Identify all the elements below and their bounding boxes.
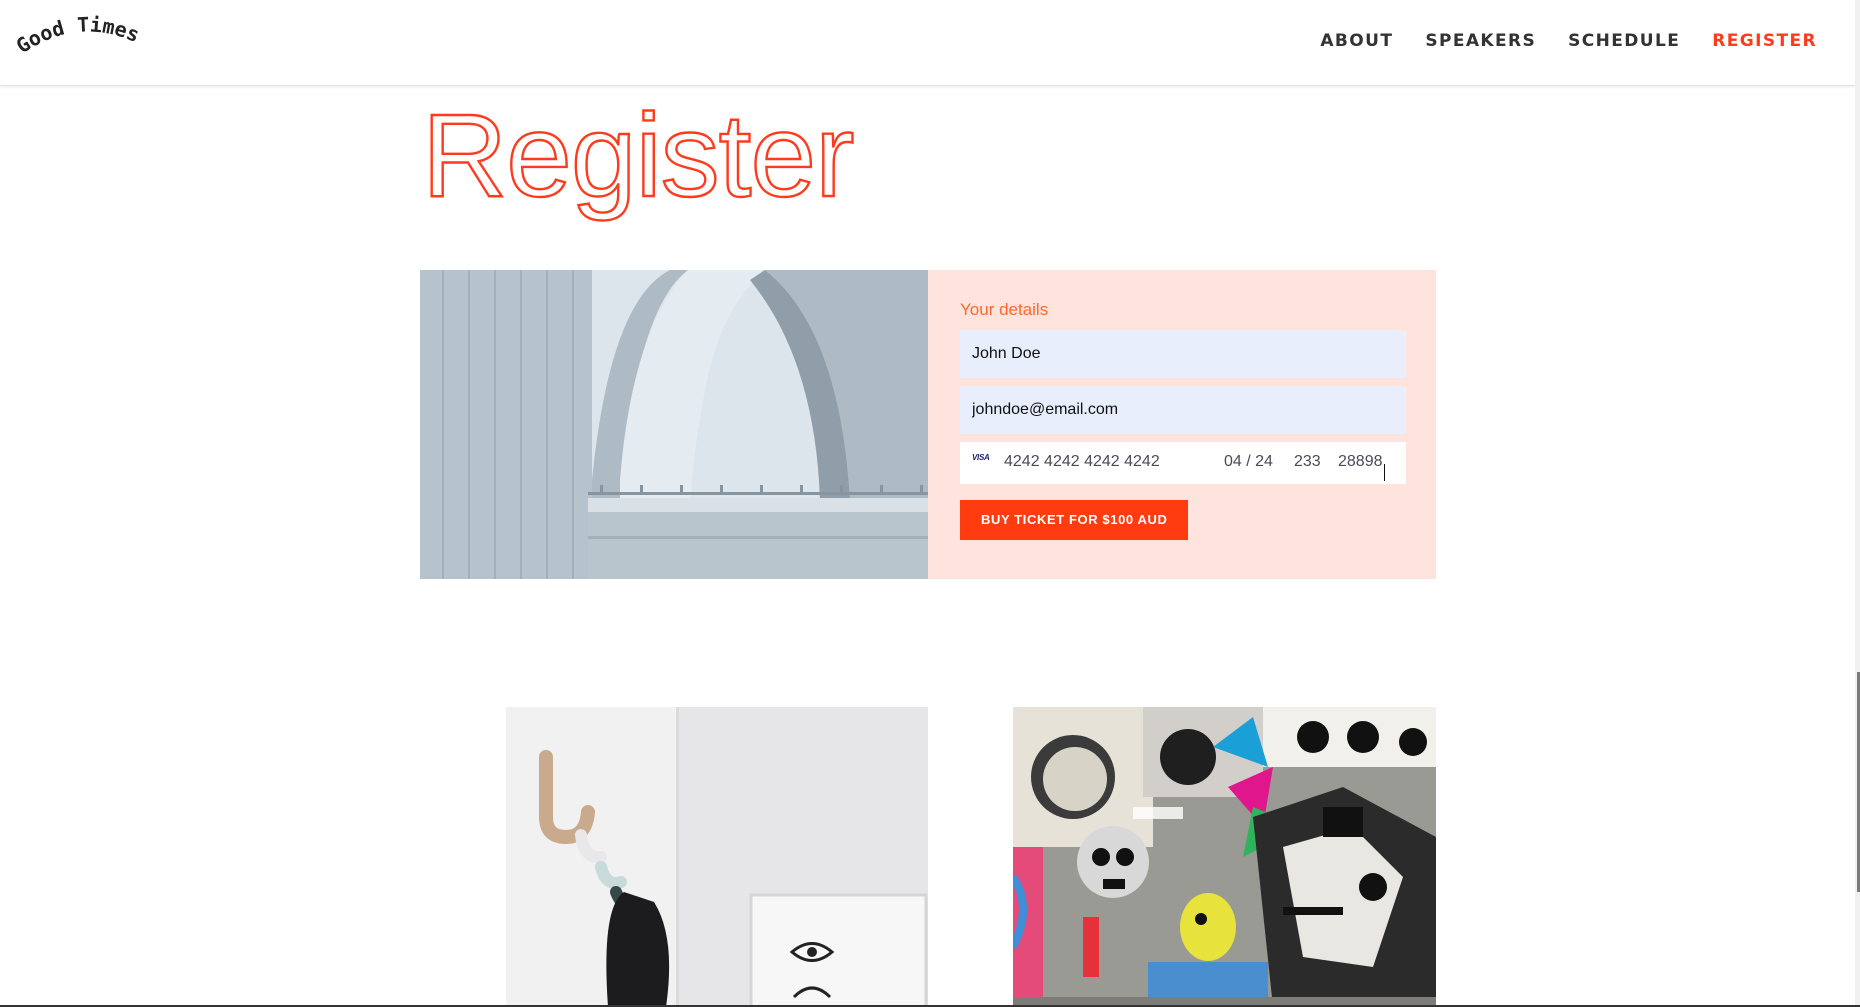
- card-expiry-field[interactable]: 04 / 24: [1224, 453, 1273, 471]
- logo-text: Good Times: [12, 12, 143, 58]
- text-caret: [1383, 464, 1385, 481]
- details-form: Your details VISA 4242 4242 4242 4242 04…: [960, 300, 1406, 540]
- card-cvc-field[interactable]: 233: [1294, 453, 1321, 471]
- main-nav: ABOUT SPEAKERS SCHEDULE REGISTER: [1320, 31, 1817, 51]
- card-input[interactable]: VISA 4242 4242 4242 4242 04 / 24 233 288…: [960, 442, 1406, 484]
- page-viewport: Good Times ABOUT SPEAKERS SCHEDULE REGIS…: [0, 0, 1855, 1005]
- buy-ticket-button[interactable]: BUY TICKET FOR $100 AUD: [960, 500, 1189, 540]
- email-field[interactable]: [960, 386, 1406, 434]
- name-field[interactable]: [960, 330, 1406, 378]
- card-number-field[interactable]: 4242 4242 4242 4242: [1004, 453, 1160, 471]
- register-card: Your details VISA 4242 4242 4242 4242 04…: [420, 270, 1436, 579]
- visa-icon: VISA: [972, 453, 990, 462]
- nav-speakers[interactable]: SPEAKERS: [1425, 31, 1536, 51]
- page-title-text: Register: [422, 92, 853, 222]
- graffiti-photo: [1013, 707, 1436, 1005]
- card-postcode-field[interactable]: 28898: [1338, 453, 1383, 470]
- nav-about[interactable]: ABOUT: [1320, 31, 1393, 51]
- form-heading: Your details: [960, 300, 1049, 319]
- architecture-photo: [420, 270, 928, 579]
- svg-text:Good Times: Good Times: [12, 12, 143, 58]
- page-title: Register: [418, 89, 918, 242]
- coat-hooks-photo: [506, 707, 928, 1005]
- logo[interactable]: Good Times: [12, 12, 168, 70]
- site-header: Good Times ABOUT SPEAKERS SCHEDULE REGIS…: [0, 0, 1855, 86]
- nav-register[interactable]: REGISTER: [1712, 31, 1817, 51]
- card-postcode-wrap[interactable]: 28898: [1338, 453, 1385, 481]
- nav-schedule[interactable]: SCHEDULE: [1568, 31, 1680, 51]
